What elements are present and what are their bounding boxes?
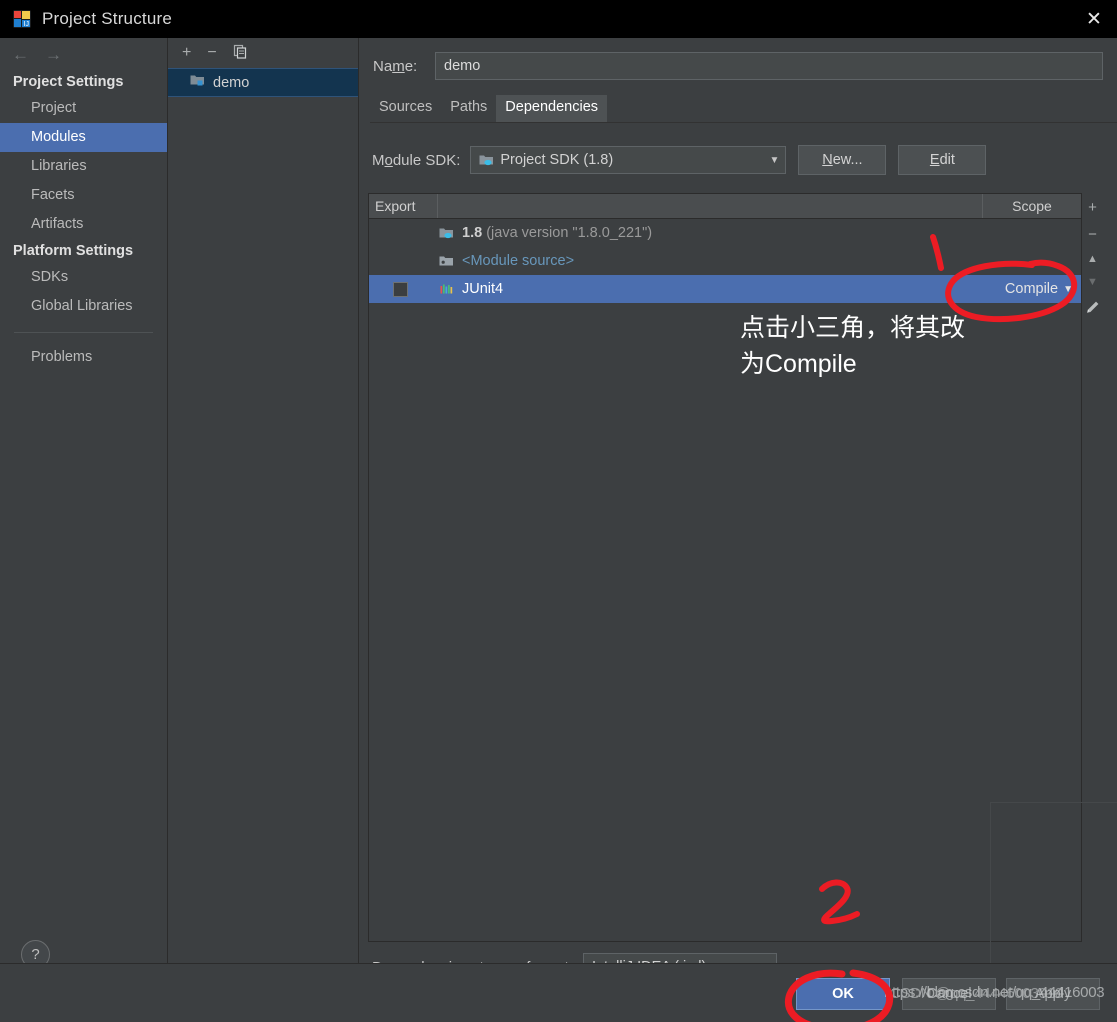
sdk-folder-icon	[479, 153, 494, 167]
sidebar-item-problems[interactable]: Problems	[0, 343, 167, 372]
module-folder-icon	[190, 73, 205, 92]
edit-sdk-button[interactable]: Edit	[898, 145, 987, 175]
ok-button[interactable]: OK	[796, 978, 890, 1010]
export-checkbox[interactable]	[392, 281, 408, 297]
apply-button[interactable]: Apply	[1006, 978, 1100, 1010]
module-tabs: Sources Paths Dependencies	[370, 95, 1117, 123]
module-list-item-label: demo	[213, 74, 250, 91]
table-row[interactable]: JUnit4 Compile ▼	[369, 275, 1081, 303]
modules-toolbar: + −	[168, 38, 358, 68]
jdk-version-detail: (java version "1.8.0_221")	[486, 225, 653, 241]
export-cell[interactable]	[369, 281, 431, 297]
module-name-label: Name:	[373, 57, 418, 75]
cancel-button[interactable]: Cancel	[902, 978, 996, 1010]
arrow-right-icon[interactable]: →	[45, 46, 62, 63]
settings-sidebar: ← → Project Settings Project Modules Lib…	[0, 38, 168, 963]
module-name-input[interactable]	[435, 52, 1103, 80]
sidebar-item-global-libraries[interactable]: Global Libraries	[0, 292, 167, 321]
arrow-left-icon[interactable]: ←	[12, 46, 29, 63]
column-header-scope[interactable]: Scope	[983, 194, 1081, 218]
sidebar-item-artifacts[interactable]: Artifacts	[0, 210, 167, 239]
copy-module-icon[interactable]	[233, 44, 248, 63]
remove-module-icon[interactable]: −	[207, 45, 216, 61]
add-module-icon[interactable]: +	[182, 45, 191, 61]
sidebar-divider	[14, 332, 153, 334]
dependency-label: 1.8 (java version "1.8.0_221")	[462, 225, 652, 241]
sidebar-item-sdks[interactable]: SDKs	[0, 263, 167, 292]
tab-paths[interactable]: Paths	[441, 95, 496, 122]
sidebar-section-project-settings: Project Settings	[13, 74, 124, 90]
dependency-label: <Module source>	[462, 253, 575, 269]
sidebar-item-modules[interactable]: Modules	[0, 123, 167, 153]
dependencies-toolbar: + − ▲ ▼	[1076, 193, 1109, 375]
nav-history-controls: ← →	[0, 38, 167, 70]
dependency-name-cell: JUnit4	[431, 281, 975, 297]
modules-list-panel: + − demo	[168, 38, 359, 963]
add-dependency-icon[interactable]: +	[1088, 200, 1097, 215]
jdk-folder-icon	[439, 226, 454, 240]
module-sdk-dropdown[interactable]: Project SDK (1.8) ▼	[470, 146, 787, 174]
module-sdk-row: Module SDK: Project SDK (1.8) ▼ New... E…	[372, 145, 1117, 175]
jdk-version: 1.8	[462, 225, 483, 241]
move-down-icon[interactable]: ▼	[1087, 277, 1098, 288]
window-title: Project Structure	[42, 9, 173, 28]
scope-value: Compile	[1004, 281, 1059, 297]
dependency-name-cell: 1.8 (java version "1.8.0_221")	[431, 225, 975, 241]
close-icon[interactable]: ✕	[1071, 0, 1117, 38]
scope-chevron-down-icon[interactable]: ▼	[1063, 284, 1073, 295]
pencil-icon[interactable]	[1085, 300, 1100, 318]
intellij-idea-icon: IJ	[12, 9, 32, 29]
table-row[interactable]: 1.8 (java version "1.8.0_221")	[369, 219, 1081, 247]
svg-text:IJ: IJ	[24, 21, 29, 28]
scope-cell[interactable]: Compile ▼	[975, 281, 1081, 297]
sidebar-item-project[interactable]: Project	[0, 94, 167, 123]
column-header-export[interactable]: Export	[369, 194, 438, 218]
dependencies-table-header: Export Scope	[369, 194, 1081, 219]
title-bar: IJ Project Structure ✕	[0, 0, 1117, 38]
table-row[interactable]: <Module source>	[369, 247, 1081, 275]
module-sdk-value: Project SDK (1.8)	[500, 152, 614, 168]
junit-library-icon	[439, 282, 454, 296]
dialog-footer: OK Cancel Apply	[0, 963, 1117, 1022]
tab-sources[interactable]: Sources	[370, 95, 441, 122]
dependencies-table: Export Scope 1.8 (java version "1.8.0_22…	[368, 193, 1117, 1022]
project-structure-dialog: IJ Project Structure ✕ ← → Project Setti…	[0, 0, 1117, 1022]
sidebar-item-libraries[interactable]: Libraries	[0, 152, 167, 181]
dependency-name-cell: <Module source>	[431, 253, 975, 269]
module-source-icon	[439, 254, 454, 268]
remove-dependency-icon[interactable]: −	[1088, 227, 1097, 242]
module-editor-pane: Name: Sources Paths Dependencies Module …	[359, 38, 1117, 1022]
module-list-item-demo[interactable]: demo	[168, 68, 358, 97]
module-name-row: Name:	[359, 38, 1117, 80]
module-sdk-label: Module SDK:	[372, 151, 461, 169]
dependency-label: JUnit4	[462, 281, 504, 297]
new-sdk-button[interactable]: New...	[798, 145, 887, 175]
tab-dependencies[interactable]: Dependencies	[496, 95, 608, 122]
move-up-icon[interactable]: ▲	[1087, 254, 1098, 265]
column-header-name	[438, 194, 983, 218]
sidebar-section-platform-settings: Platform Settings	[13, 243, 134, 260]
chevron-down-icon: ▼	[769, 154, 780, 166]
sidebar-item-facets[interactable]: Facets	[0, 181, 167, 210]
